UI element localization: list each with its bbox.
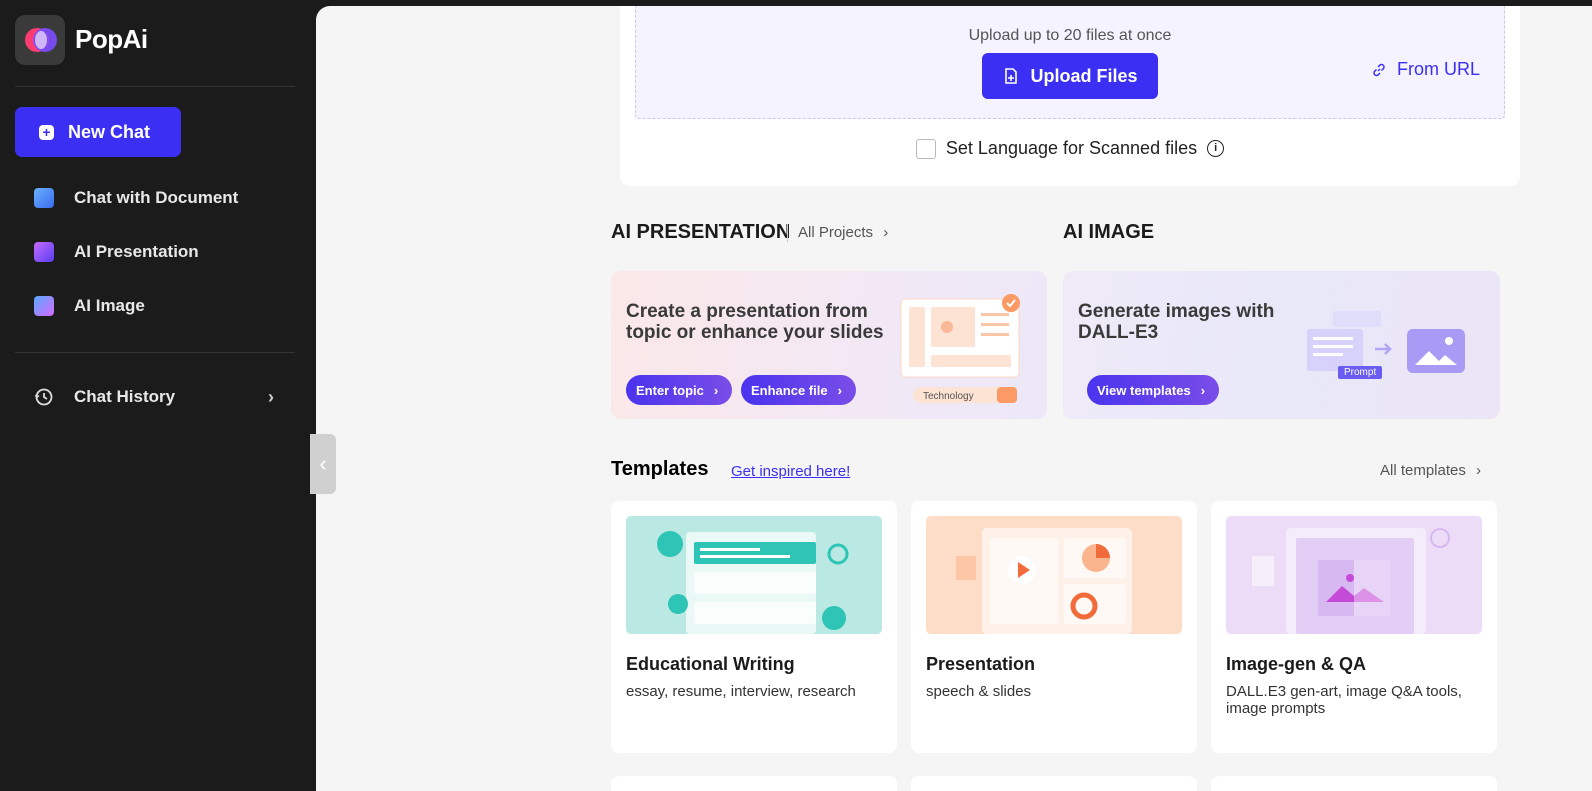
get-inspired-link[interactable]: Get inspired here! <box>731 463 850 480</box>
sidebar-item-label: AI Presentation <box>74 242 199 261</box>
chevron-right-icon: › <box>837 382 842 398</box>
technology-label: Technology <box>923 391 974 402</box>
ai-image-card: Generate images with DALL-E3 View templa… <box>1063 271 1500 419</box>
templates-heading: Templates <box>611 458 709 480</box>
scanned-language-checkbox[interactable] <box>915 138 936 159</box>
enter-topic-button[interactable]: Enter topic › <box>626 375 733 405</box>
link-icon <box>1373 63 1385 76</box>
info-icon[interactable]: i <box>1207 140 1225 157</box>
template-description: essay, resume, interview, research <box>626 683 856 700</box>
enhance-file-button[interactable]: Enhance file › <box>741 375 856 405</box>
all-projects-link[interactable]: All Projects › <box>798 224 888 241</box>
plus-icon: + <box>39 124 54 140</box>
image-gen-thumbnail-icon <box>1226 516 1482 634</box>
chevron-right-icon: › <box>713 382 719 398</box>
sidebar-item-label: Chat with Document <box>74 188 239 207</box>
template-title: Presentation <box>926 654 1036 674</box>
collapse-sidebar-button[interactable]: ‹ <box>310 434 336 494</box>
template-description: DALL.E3 gen-art, image Q&A tools, image … <box>1226 683 1462 717</box>
history-icon <box>34 388 53 406</box>
ai-image-heading: AI IMAGE <box>1063 221 1155 243</box>
sidebar-item-chat-with-document[interactable]: Chat with Document <box>34 183 238 213</box>
presentation-edit-icon <box>34 242 54 262</box>
new-chat-button[interactable]: + New Chat <box>15 107 181 157</box>
popai-logo-icon[interactable] <box>15 15 65 65</box>
from-url-link[interactable]: From URL <box>1371 59 1480 80</box>
ai-presentation-heading: AI PRESENTATION <box>611 221 791 243</box>
view-templates-label: View templates <box>1097 382 1191 398</box>
chevron-right-icon: › <box>268 386 274 407</box>
enhance-file-label: Enhance file <box>751 382 828 398</box>
main-content: Upload up to 20 files at once Upload Fil… <box>316 6 1592 791</box>
all-templates-link[interactable]: All templates › <box>1380 462 1481 479</box>
prompt-badge: Prompt <box>1338 366 1383 379</box>
sidebar-item-label: AI Image <box>74 296 145 315</box>
upload-files-button[interactable]: Upload Files <box>982 53 1158 99</box>
file-drop-zone[interactable]: Upload up to 20 files at once Upload Fil… <box>635 6 1505 119</box>
new-chat-label: New Chat <box>68 121 151 142</box>
chevron-right-icon: › <box>1200 382 1206 398</box>
presentation-thumbnail-icon <box>926 516 1182 634</box>
upload-card: Upload up to 20 files at once Upload Fil… <box>620 6 1520 186</box>
divider <box>15 352 295 353</box>
file-upload-icon <box>1005 68 1018 84</box>
educational-writing-thumbnail-icon <box>626 516 882 634</box>
template-card-educational-writing[interactable]: Educational Writing essay, resume, inter… <box>611 501 897 753</box>
divider <box>15 86 295 87</box>
chevron-right-icon: › <box>883 224 889 241</box>
ai-image-text: Generate images with DALL-E3 <box>1078 301 1275 343</box>
template-title: Educational Writing <box>626 654 795 674</box>
template-card-image-gen-qa[interactable]: Image-gen & QA DALL.E3 gen-art, image Q&… <box>1211 501 1497 753</box>
template-card[interactable] <box>611 776 897 791</box>
ai-presentation-card: Create a presentation from topic or enha… <box>611 271 1047 419</box>
upload-hint: Upload up to 20 files at once <box>968 27 1172 44</box>
template-card[interactable] <box>1211 776 1497 791</box>
image-sparkle-icon <box>34 296 54 316</box>
sidebar-item-ai-image[interactable]: AI Image <box>34 291 145 321</box>
upload-files-label: Upload Files <box>1030 65 1138 86</box>
template-card[interactable] <box>911 776 1197 791</box>
sidebar: PopAi + New Chat Chat with Document AI P… <box>0 0 310 791</box>
template-card-presentation[interactable]: Presentation speech & slides <box>911 501 1197 753</box>
sidebar-item-ai-presentation[interactable]: AI Presentation <box>34 237 199 267</box>
from-url-label: From URL <box>1396 59 1480 79</box>
template-title: Image-gen & QA <box>1226 654 1367 674</box>
prompt-to-image-illustration-icon <box>1307 311 1465 373</box>
folder-icon <box>34 188 54 208</box>
template-description: speech & slides <box>926 683 1032 700</box>
all-projects-label: All Projects <box>798 224 874 241</box>
sidebar-item-chat-history[interactable]: Chat History › <box>34 382 274 412</box>
scanned-language-label: Set Language for Scanned files <box>945 138 1198 158</box>
divider <box>787 224 788 242</box>
chevron-right-icon: › <box>1476 462 1482 479</box>
app-name[interactable]: PopAi <box>75 24 148 55</box>
all-templates-label: All templates <box>1380 462 1466 479</box>
sidebar-item-label: Chat History <box>74 387 176 406</box>
enter-topic-label: Enter topic <box>636 382 704 398</box>
view-templates-button[interactable]: View templates › <box>1087 375 1220 405</box>
